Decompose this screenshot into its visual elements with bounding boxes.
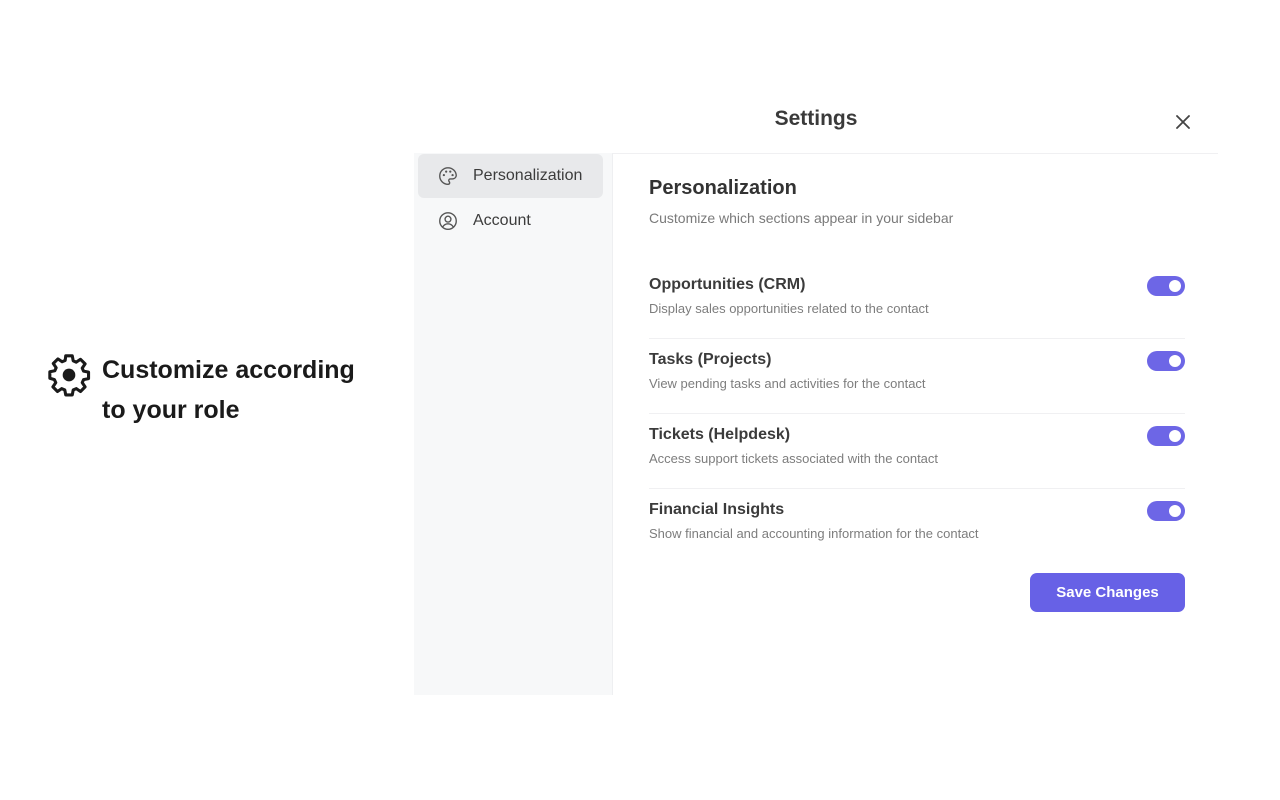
promo-text: Customize according to your role bbox=[102, 356, 355, 424]
option-financial-insights: Financial Insights Show financial and ac… bbox=[649, 489, 1185, 563]
toggle-knob bbox=[1169, 505, 1181, 517]
financial-insights-toggle[interactable] bbox=[1147, 501, 1185, 521]
user-circle-icon bbox=[439, 212, 457, 230]
promo-block: Customize according to your role bbox=[46, 350, 362, 430]
option-tickets: Tickets (Helpdesk) Access support ticket… bbox=[649, 414, 1185, 489]
settings-sidebar: Personalization Account bbox=[414, 153, 613, 695]
option-description: View pending tasks and activities for th… bbox=[649, 376, 926, 391]
dialog-header: Settings bbox=[414, 95, 1218, 154]
save-changes-button[interactable]: Save Changes bbox=[1030, 573, 1185, 612]
section-title: Personalization bbox=[649, 177, 797, 199]
option-description: Show financial and accounting informatio… bbox=[649, 526, 979, 541]
screen: Customize according to your role Setting… bbox=[0, 0, 1280, 800]
opportunities-toggle[interactable] bbox=[1147, 276, 1185, 296]
sidebar-item-label: Account bbox=[473, 212, 531, 229]
toggle-knob bbox=[1169, 355, 1181, 367]
option-title: Financial Insights bbox=[649, 501, 785, 518]
option-description: Display sales opportunities related to t… bbox=[649, 301, 929, 316]
option-title: Tickets (Helpdesk) bbox=[649, 426, 791, 443]
toggle-knob bbox=[1169, 280, 1181, 292]
tasks-toggle[interactable] bbox=[1147, 351, 1185, 371]
dialog-title: Settings bbox=[774, 107, 858, 130]
option-description: Access support tickets associated with t… bbox=[649, 451, 939, 466]
tickets-toggle[interactable] bbox=[1147, 426, 1185, 446]
section-subtitle: Customize which sections appear in your … bbox=[649, 210, 954, 226]
sidebar-item-personalization[interactable]: Personalization bbox=[418, 154, 603, 198]
settings-dialog: Settings Personalization Account Persona… bbox=[414, 95, 1218, 695]
palette-icon bbox=[439, 167, 457, 185]
toggle-knob bbox=[1169, 430, 1181, 442]
option-tasks: Tasks (Projects) View pending tasks and … bbox=[649, 339, 1185, 414]
option-opportunities: Opportunities (CRM) Display sales opport… bbox=[649, 264, 1185, 339]
close-icon[interactable] bbox=[1172, 111, 1194, 133]
sidebar-item-label: Personalization bbox=[473, 167, 583, 184]
option-title: Opportunities (CRM) bbox=[649, 276, 806, 293]
option-title: Tasks (Projects) bbox=[649, 351, 772, 368]
gear-icon bbox=[48, 354, 91, 397]
sidebar-item-account[interactable]: Account bbox=[418, 199, 603, 243]
